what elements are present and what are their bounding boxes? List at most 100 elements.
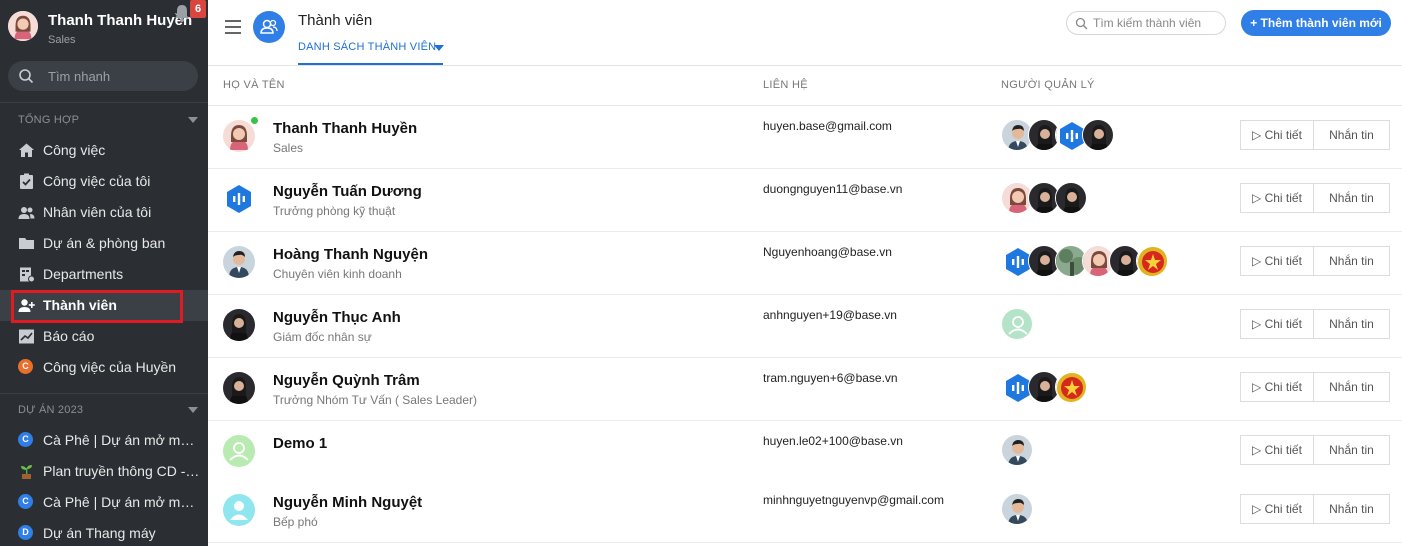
sidebar-item-label: Departments xyxy=(43,266,124,282)
detail-button[interactable]: ▷ Chi tiết xyxy=(1240,435,1314,465)
sidebar-item-label: Công việc của Huyền xyxy=(43,359,177,375)
member-title: Chuyên viên kinh doanh xyxy=(273,267,402,281)
table-row[interactable]: Nguyễn Thục Anh Giám đốc nhân sự anhnguy… xyxy=(208,295,1402,358)
message-button[interactable]: Nhắn tin xyxy=(1313,246,1390,276)
sidebar-item-label: Plan truyền thông CD - M... xyxy=(43,463,203,479)
table-row[interactable]: Demo 1 huyen.le02+100@base.vn ▷ Chi tiết… xyxy=(208,421,1402,484)
message-button[interactable]: Nhắn tin xyxy=(1313,120,1390,150)
member-contact: duongnguyen11@base.vn xyxy=(763,182,903,196)
member-name[interactable]: Nguyễn Quỳnh Trâm xyxy=(273,372,420,389)
detail-button[interactable]: ▷ Chi tiết xyxy=(1240,494,1314,524)
detail-button[interactable]: ▷ Chi tiết xyxy=(1240,309,1314,339)
sidebar-item-label: Dự án Thang máy xyxy=(43,525,156,541)
member-contact: anhnguyen+19@base.vn xyxy=(763,308,897,322)
sidebar-item-label: Công việc xyxy=(43,142,106,158)
quick-search[interactable]: Tìm nhanh xyxy=(8,61,198,91)
chevron-down-icon[interactable] xyxy=(434,45,444,51)
letter-c-icon: C xyxy=(18,359,35,376)
project-letter-icon: D xyxy=(18,525,35,542)
avatar[interactable] xyxy=(223,372,255,404)
home-icon xyxy=(18,142,35,159)
add-member-button[interactable]: + Thêm thành viên mới xyxy=(1241,10,1391,36)
avatar[interactable] xyxy=(8,11,38,41)
chevron-down-icon[interactable] xyxy=(188,407,198,413)
member-name[interactable]: Nguyễn Minh Nguyệt xyxy=(273,494,422,511)
table-row[interactable]: Nguyễn Quỳnh Trâm Trưởng Nhóm Tư Vấn ( S… xyxy=(208,358,1402,421)
member-search-placeholder: Tìm kiếm thành viên xyxy=(1093,16,1202,30)
manager-avatar[interactable] xyxy=(1001,434,1033,466)
online-status-dot xyxy=(250,116,259,125)
sidebar-project-item[interactable]: Plan truyền thông CD - M... xyxy=(0,456,208,487)
avatar[interactable] xyxy=(223,435,255,467)
manager-avatar[interactable] xyxy=(1136,245,1168,277)
avatar[interactable] xyxy=(223,183,255,215)
tab-member-list[interactable]: DANH SÁCH THÀNH VIÊN xyxy=(298,41,436,53)
member-contact: tram.nguyen+6@base.vn xyxy=(763,371,898,385)
avatar[interactable] xyxy=(223,309,255,341)
detail-button[interactable]: ▷ Chi tiết xyxy=(1240,372,1314,402)
manager-avatar[interactable] xyxy=(1082,119,1114,151)
project-letter-icon: C xyxy=(18,494,35,511)
member-name[interactable]: Nguyễn Tuấn Dương xyxy=(273,183,422,200)
sidebar-item-du-an-phong-ban[interactable]: Dự án & phòng ban xyxy=(0,228,208,259)
sidebar-item-cong-viec[interactable]: Công việc xyxy=(0,135,208,166)
sidebar-item-label: Nhân viên của tôi xyxy=(43,204,152,220)
sidebar-item-label: Cà Phê | Dự án mở mới c... xyxy=(43,432,203,448)
detail-button[interactable]: ▷ Chi tiết xyxy=(1240,120,1314,150)
sidebar-item-label: Dự án & phòng ban xyxy=(43,235,166,251)
avatar[interactable] xyxy=(223,494,255,526)
sidebar-item-departments[interactable]: Departments xyxy=(0,259,208,290)
sidebar-item-cong-viec-cua-toi[interactable]: Công việc của tôi xyxy=(0,166,208,197)
table-row[interactable]: Nguyễn Minh Nguyệt Bếp phó minhnguyetngu… xyxy=(208,480,1402,543)
chevron-down-icon[interactable] xyxy=(188,117,198,123)
member-name[interactable]: Thanh Thanh Huyền xyxy=(273,120,417,137)
message-button[interactable]: Nhắn tin xyxy=(1313,309,1390,339)
search-icon xyxy=(1075,17,1088,30)
message-button[interactable]: Nhắn tin xyxy=(1313,435,1390,465)
detail-button[interactable]: ▷ Chi tiết xyxy=(1240,246,1314,276)
column-header-name: HỌ VÀ TÊN xyxy=(223,79,285,91)
message-button[interactable]: Nhắn tin xyxy=(1313,494,1390,524)
member-name[interactable]: Demo 1 xyxy=(273,435,327,452)
manager-avatar[interactable] xyxy=(1001,308,1033,340)
sidebar-project-item[interactable]: C Cà Phê | Dự án mở mở V... xyxy=(0,487,208,518)
user-role: Sales xyxy=(48,34,76,46)
member-title: Bếp phó xyxy=(273,515,318,529)
quick-search-placeholder: Tìm nhanh xyxy=(48,69,111,84)
department-icon xyxy=(18,266,35,283)
column-header-manager: NGƯỜI QUẢN LÝ xyxy=(1001,79,1095,91)
page-header: Thành viên DANH SÁCH THÀNH VIÊN Tìm kiếm… xyxy=(208,0,1402,66)
sidebar-item-cong-viec-cua-huyen[interactable]: C Công việc của Huyền xyxy=(0,352,208,383)
table-row[interactable]: Thanh Thanh Huyền Sales huyen.base@gmail… xyxy=(208,106,1402,169)
manager-avatar[interactable] xyxy=(1001,493,1033,525)
message-button[interactable]: Nhắn tin xyxy=(1313,372,1390,402)
avatar[interactable] xyxy=(223,246,255,278)
sidebar-project-item[interactable]: C Cà Phê | Dự án mở mới c... xyxy=(0,425,208,456)
member-name[interactable]: Hoàng Thanh Nguyện xyxy=(273,246,428,263)
tab-underline xyxy=(298,63,443,65)
member-title: Trưởng phòng kỹ thuật xyxy=(273,204,396,218)
sidebar-item-nhan-vien-cua-toi[interactable]: Nhân viên của tôi xyxy=(0,197,208,228)
highlight-box xyxy=(11,290,183,323)
member-contact: minhnguyetnguyenvp@gmail.com xyxy=(763,493,944,507)
member-contact: huyen.le02+100@base.vn xyxy=(763,434,903,448)
member-title: Trưởng Nhóm Tư Vấn ( Sales Leader) xyxy=(273,393,478,407)
detail-button[interactable]: ▷ Chi tiết xyxy=(1240,183,1314,213)
manager-avatar[interactable] xyxy=(1055,371,1087,403)
member-name[interactable]: Nguyễn Thục Anh xyxy=(273,309,401,326)
bell-icon[interactable] xyxy=(174,4,190,22)
table-row[interactable]: Hoàng Thanh Nguyện Chuyên viên kinh doan… xyxy=(208,232,1402,295)
manager-avatar[interactable] xyxy=(1055,182,1087,214)
member-search-input[interactable]: Tìm kiếm thành viên xyxy=(1066,11,1226,35)
section-general: TỔNG HỢP xyxy=(18,114,80,126)
sidebar-project-item[interactable]: D Dự án Thang máy xyxy=(0,518,208,546)
table-row[interactable]: Nguyễn Tuấn Dương Trưởng phòng kỹ thuật … xyxy=(208,169,1402,232)
sidebar-item-bao-cao[interactable]: Báo cáo xyxy=(0,321,208,352)
message-button[interactable]: Nhắn tin xyxy=(1313,183,1390,213)
menu-icon[interactable] xyxy=(225,20,241,34)
sidebar-item-label: Cà Phê | Dự án mở mở V... xyxy=(43,494,203,510)
chart-icon xyxy=(18,328,35,345)
plant-icon xyxy=(18,463,35,480)
avatar[interactable] xyxy=(223,120,255,152)
sidebar-item-label: Báo cáo xyxy=(43,328,95,344)
